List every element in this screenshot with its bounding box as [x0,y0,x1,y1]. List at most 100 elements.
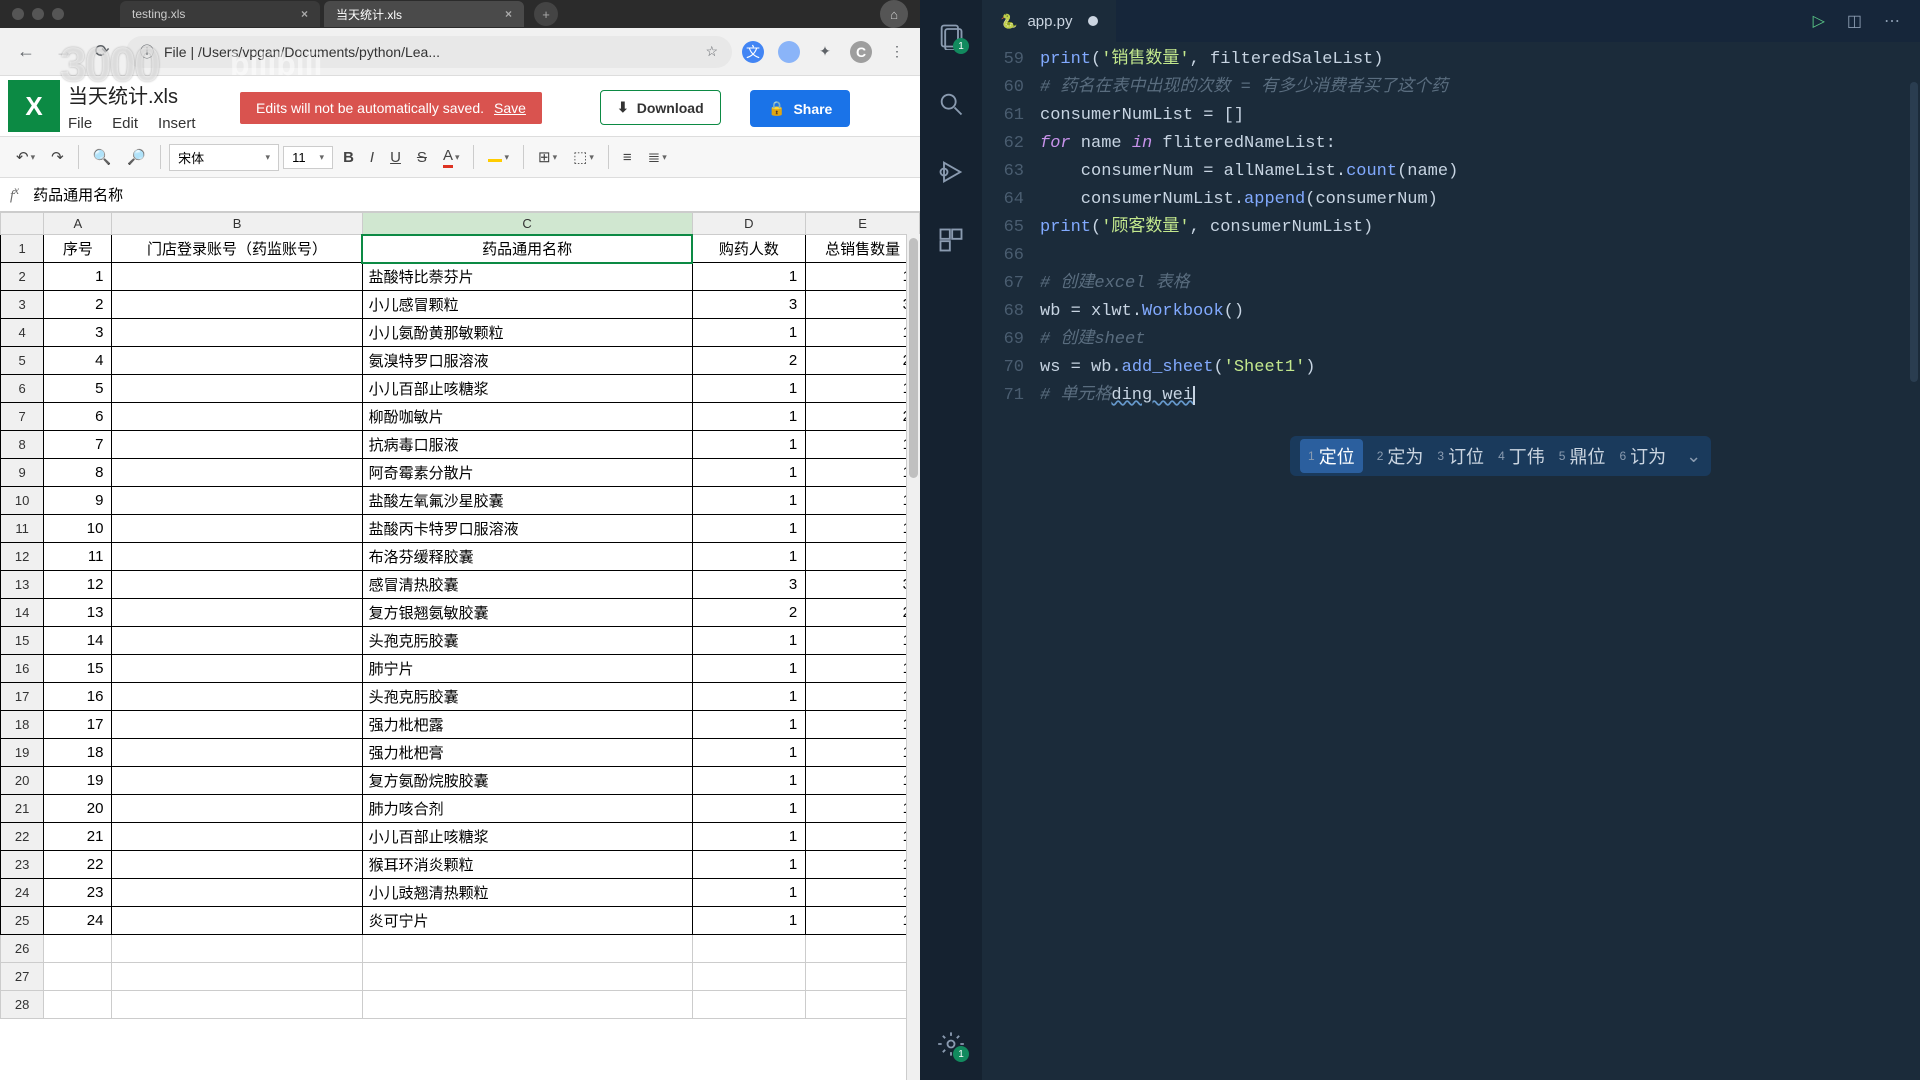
row-header[interactable]: 2 [1,263,44,291]
row-header[interactable]: 1 [1,235,44,263]
close-icon[interactable]: × [301,7,308,21]
table-row[interactable]: 32小儿感冒颗粒33 [1,291,920,319]
row-header[interactable]: 21 [1,795,44,823]
formula-input[interactable] [29,182,910,207]
row-header[interactable]: 22 [1,823,44,851]
row-header[interactable]: 13 [1,571,44,599]
undo-button[interactable]: ↶▾ [10,144,41,170]
zoom-in-button[interactable]: 🔎 [121,144,152,170]
download-button[interactable]: ⬇ Download [600,90,721,125]
table-row[interactable]: 28 [1,991,920,1019]
site-info-icon[interactable]: ⓘ [140,42,154,62]
table-row[interactable]: 76柳酚咖敏片12 [1,403,920,431]
browser-tab-active[interactable]: 当天统计.xls × [324,1,524,27]
row-header[interactable]: 16 [1,655,44,683]
col-header[interactable]: A [44,213,112,235]
extensions-icon[interactable] [935,224,967,256]
kebab-menu-icon[interactable]: ⋮ [886,41,908,63]
row-header[interactable]: 3 [1,291,44,319]
extension-dot-icon[interactable] [778,41,800,63]
settings-icon[interactable]: 1 [935,1028,967,1060]
profile-avatar[interactable]: C [850,41,872,63]
row-header[interactable]: 23 [1,851,44,879]
row-header[interactable]: 19 [1,739,44,767]
row-header[interactable]: 5 [1,347,44,375]
bold-button[interactable]: B [337,145,360,170]
url-field[interactable]: ⓘ File | /Users/vpgan/Documents/python/L… [126,36,732,68]
close-icon[interactable]: × [505,7,512,21]
ime-candidate[interactable]: 1定位 [1300,439,1363,473]
browser-tab-inactive[interactable]: testing.xls × [120,1,320,27]
table-row[interactable]: 2120肺力咳合剂11 [1,795,920,823]
col-header[interactable]: E [806,213,920,235]
row-header[interactable]: 17 [1,683,44,711]
ime-candidate[interactable]: 6订为 [1619,443,1666,469]
fill-color-button[interactable]: ▾ [482,148,515,167]
back-button[interactable]: ← [12,38,40,66]
more-actions-button[interactable]: ⋯ [1884,11,1900,31]
ime-candidate[interactable]: 3订位 [1437,443,1484,469]
col-header[interactable]: B [112,213,362,235]
table-row[interactable]: 109盐酸左氧氟沙星胶囊11 [1,487,920,515]
row-header[interactable]: 24 [1,879,44,907]
share-button[interactable]: 🔒 Share [750,90,850,127]
table-row[interactable]: 2322猴耳环消炎颗粒11 [1,851,920,879]
code-editor[interactable]: 59606162636465666768697071 print('销售数量',… [982,42,1920,1080]
table-row[interactable]: 98阿奇霉素分散片11 [1,459,920,487]
table-row[interactable]: 43小儿氨酚黄那敏颗粒11 [1,319,920,347]
search-icon[interactable] [935,88,967,120]
table-row[interactable]: 1413复方银翘氨敏胶囊22 [1,599,920,627]
borders-button[interactable]: ⊞▾ [532,144,563,170]
row-header[interactable]: 8 [1,431,44,459]
table-row[interactable]: 1110盐酸丙卡特罗口服溶液11 [1,515,920,543]
wrap-button[interactable]: ≡ [617,145,638,170]
table-row[interactable]: 65小儿百部止咳糖浆11 [1,375,920,403]
editor-tab-active[interactable]: 🐍 app.py [982,0,1116,42]
strikethrough-button[interactable]: S [411,145,433,170]
row-header[interactable]: 7 [1,403,44,431]
explorer-icon[interactable]: 1 [935,20,967,52]
row-header[interactable]: 9 [1,459,44,487]
col-header[interactable]: D [692,213,806,235]
italic-button[interactable]: I [364,145,380,170]
table-row[interactable]: 2423小儿豉翘清热颗粒11 [1,879,920,907]
debug-icon[interactable] [935,156,967,188]
table-row[interactable]: 2221小儿百部止咳糖浆11 [1,823,920,851]
merge-button[interactable]: ⬚▾ [567,144,600,170]
zoom-out-button[interactable]: 🔍 [87,144,118,170]
save-link[interactable]: Save [494,100,526,116]
extensions-icon[interactable]: ✦ [814,41,836,63]
reload-button[interactable]: ⟳ [88,38,116,66]
table-row[interactable]: 1514头孢克肟胶囊11 [1,627,920,655]
ime-candidate[interactable]: 5鼎位 [1559,443,1606,469]
translate-icon[interactable]: 文 [742,41,764,63]
row-header[interactable]: 14 [1,599,44,627]
table-row[interactable]: 1312感冒清热胶囊33 [1,571,920,599]
table-row[interactable]: 1211布洛芬缓释胶囊11 [1,543,920,571]
row-header[interactable]: 6 [1,375,44,403]
code-content[interactable]: print('销售数量', filteredSaleList)# 药名在表中出现… [1040,46,1920,1080]
table-row[interactable]: 87抗病毒口服液11 [1,431,920,459]
table-row[interactable]: 2019复方氨酚烷胺胶囊11 [1,767,920,795]
run-button[interactable]: ▷ [1813,11,1825,31]
table-row[interactable]: 54氨溴特罗口服溶液22 [1,347,920,375]
align-button[interactable]: ≣▾ [642,144,673,170]
home-button[interactable]: ⌂ [880,0,908,28]
window-traffic-lights[interactable] [12,8,64,20]
col-header[interactable]: C [362,213,692,235]
editor-scrollbar[interactable] [1908,42,1918,1080]
underline-button[interactable]: U [384,145,407,170]
row-header[interactable]: 20 [1,767,44,795]
ime-candidate-popup[interactable]: 1定位2定为3订位4丁伟5鼎位6订为⌄ [1290,436,1711,476]
menu-file[interactable]: File [68,115,92,132]
row-header[interactable]: 4 [1,319,44,347]
redo-button[interactable]: ↷ [45,144,70,170]
font-family-select[interactable]: 宋体▾ [169,144,279,171]
ime-candidate[interactable]: 4丁伟 [1498,443,1545,469]
row-header[interactable]: 15 [1,627,44,655]
table-row[interactable]: 26 [1,935,920,963]
table-row[interactable]: 27 [1,963,920,991]
table-row[interactable]: 21盐酸特比萘芬片11 [1,263,920,291]
row-header[interactable]: 18 [1,711,44,739]
ime-candidate[interactable]: 2定为 [1377,443,1424,469]
